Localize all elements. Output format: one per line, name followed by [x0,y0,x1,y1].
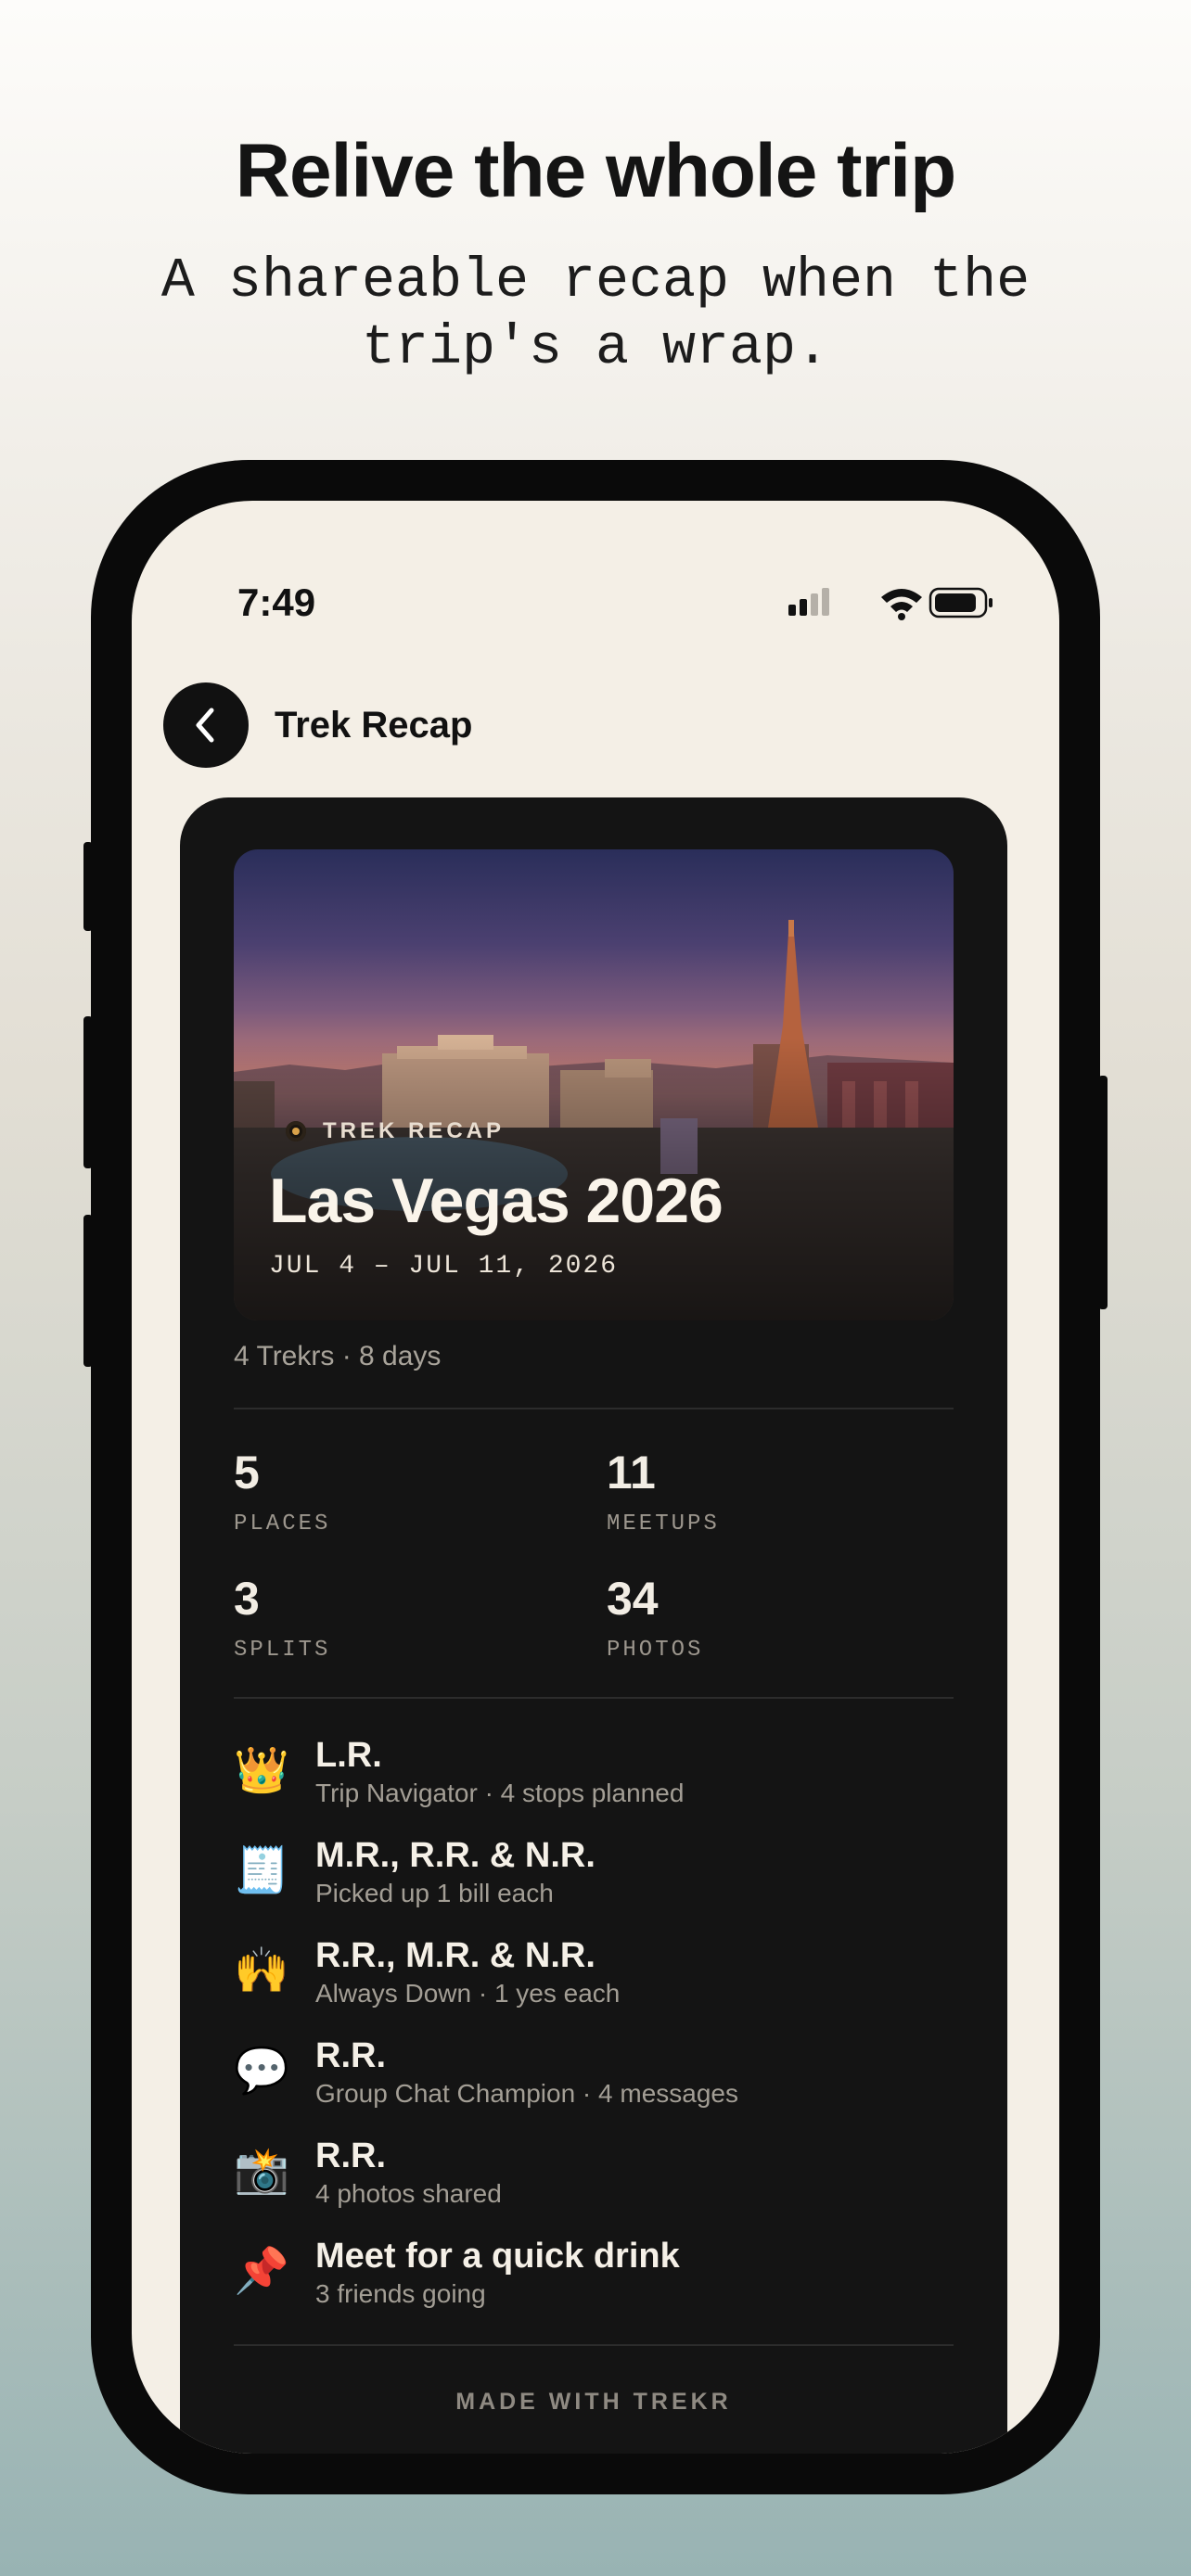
award-item-always-down: 🙌 R.R., M.R. & N.R. Always Down · 1 yes … [234,1936,954,2021]
battery-icon [928,587,992,618]
award-subtitle: 4 photos shared [315,2179,502,2208]
phone-screen: 7:49 Trek Recap TREK RECAP Las Vegas 202… [132,501,1059,2454]
trip-dates: JUL 4 – JUL 11, 2026 [269,1252,619,1281]
award-item-bills: 🧾 M.R., R.R. & N.R. Picked up 1 bill eac… [234,1836,954,1921]
made-with-footer: MADE WITH TREKR [455,2389,732,2415]
back-button[interactable] [163,682,249,768]
stat-splits: 3 SPLITS [234,1573,330,1663]
stat-label: MEETUPS [607,1511,720,1537]
recap-card: TREK RECAP Las Vegas 2026 JUL 4 – JUL 11… [180,797,1007,2454]
divider [234,1408,954,1409]
power-button [1098,1076,1108,1309]
pushpin-icon: 📌 [234,2247,289,2296]
award-item-photos: 📸 R.R. 4 photos shared [234,2136,954,2222]
marketing-subline: A shareable recap when the trip's a wrap… [160,250,1031,380]
stat-label: SPLITS [234,1638,331,1663]
award-title: M.R., R.R. & N.R. [315,1836,596,1875]
hero-gradient-overlay [234,849,954,1320]
crown-icon: 👑 [234,1746,289,1795]
stat-value: 11 [607,1447,656,1498]
award-subtitle: Trip Navigator · 4 stops planned [315,1779,685,1807]
marketing-headline: Relive the whole trip [235,129,956,213]
award-item-navigator: 👑 L.R. Trip Navigator · 4 stops planned [234,1736,954,1821]
chevron-left-icon [196,708,214,743]
record-dot-icon [286,1121,306,1141]
camera-flash-icon: 📸 [234,2147,289,2196]
award-title: L.R. [315,1736,382,1775]
kicker-label: TREK RECAP [323,1118,506,1143]
award-title: R.R. [315,2036,386,2075]
divider [234,2344,954,2346]
stat-places: 5 PLACES [234,1447,330,1537]
trip-title: Las Vegas 2026 [269,1166,724,1236]
wifi-icon [881,589,922,620]
trip-summary: 4 Trekrs · 8 days [234,1341,442,1371]
stat-label: PLACES [234,1511,331,1537]
award-item-meetup: 📌 Meet for a quick drink 3 friends going [234,2237,954,2322]
award-subtitle: Picked up 1 bill each [315,1879,554,1907]
stat-label: PHOTOS [607,1638,704,1663]
stat-meetups: 11 MEETUPS [607,1447,720,1537]
volume-up-button [83,1016,93,1168]
speech-bubble-icon: 💬 [234,2047,289,2096]
page-title: Trek Recap [275,705,473,746]
award-item-chat-champion: 💬 R.R. Group Chat Champion · 4 messages [234,2036,954,2122]
receipt-icon: 🧾 [234,1846,289,1895]
award-title: Meet for a quick drink [315,2237,680,2276]
stat-value: 34 [607,1573,659,1625]
phone-frame: 7:49 Trek Recap TREK RECAP Las Vegas 202… [83,460,1108,2494]
divider [234,1697,954,1699]
status-icons [788,584,992,621]
award-subtitle: 3 friends going [315,2279,486,2308]
recap-kicker: TREK RECAP [286,1118,505,1144]
award-subtitle: Group Chat Champion · 4 messages [315,2079,738,2108]
award-subtitle: Always Down · 1 yes each [315,1979,621,2008]
volume-down-button [83,1215,93,1367]
stat-value: 3 [234,1573,260,1625]
raised-hands-icon: 🙌 [234,1946,289,1996]
cellular-signal-icon [788,588,829,616]
mute-switch [83,842,93,931]
stat-value: 5 [234,1447,260,1498]
award-title: R.R. [315,2136,386,2175]
status-time: 7:49 [237,580,316,624]
award-title: R.R., M.R. & N.R. [315,1936,596,1975]
hero-image: TREK RECAP Las Vegas 2026 JUL 4 – JUL 11… [234,849,954,1320]
stat-photos: 34 PHOTOS [607,1573,703,1663]
